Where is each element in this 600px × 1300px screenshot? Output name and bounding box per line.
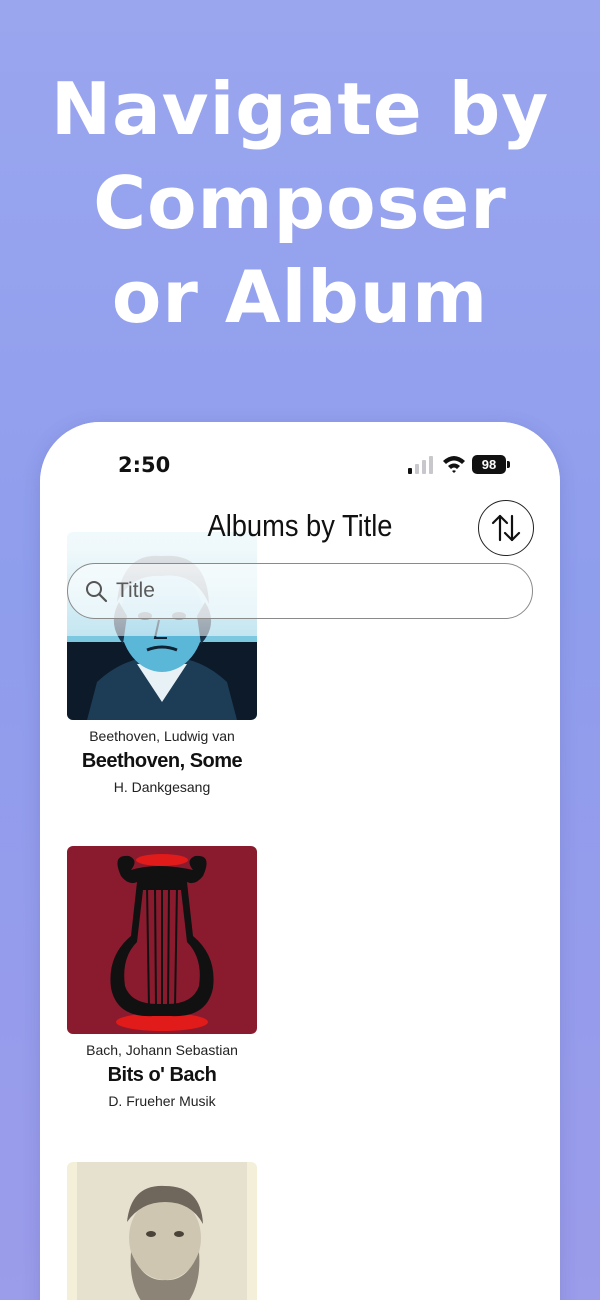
album-card[interactable]: Bach, Johann Sebastian Bits o' Bach D. F… — [67, 846, 257, 1112]
album-cover-brahms[interactable] — [67, 1162, 257, 1300]
sort-button[interactable] — [478, 500, 534, 556]
battery-icon: 98 — [472, 455, 506, 474]
battery-tip — [507, 461, 510, 468]
album-title: Bits o' Bach — [107, 1064, 217, 1086]
wifi-icon — [443, 456, 465, 473]
album-publisher: D. Frueher Musik — [108, 1093, 216, 1109]
promo-headline: Navigate by Composer or Album — [0, 62, 600, 344]
phone-screen: Beethoven, Ludwig van Beethoven, Some H.… — [40, 422, 560, 1300]
page-title: Albums by Title — [207, 508, 393, 543]
album-cover-lyre[interactable] — [67, 846, 257, 1034]
album-card[interactable] — [67, 1162, 257, 1300]
headline-line-3: or Album — [111, 255, 489, 339]
sort-arrows-icon — [491, 514, 521, 542]
headline-line-1: Navigate by — [50, 67, 550, 151]
search-field[interactable] — [67, 563, 533, 619]
search-icon — [86, 581, 108, 603]
headline-line-2: Composer — [93, 161, 507, 245]
album-title: Beethoven, Some — [81, 750, 243, 772]
album-composer: Beethoven, Ludwig van — [89, 728, 235, 744]
album-publisher: H. Dankgesang — [113, 779, 211, 795]
search-input[interactable] — [116, 574, 506, 608]
status-time: 2:50 — [118, 453, 171, 477]
album-composer: Bach, Johann Sebastian — [86, 1042, 238, 1058]
cellular-signal-icon — [408, 456, 434, 474]
